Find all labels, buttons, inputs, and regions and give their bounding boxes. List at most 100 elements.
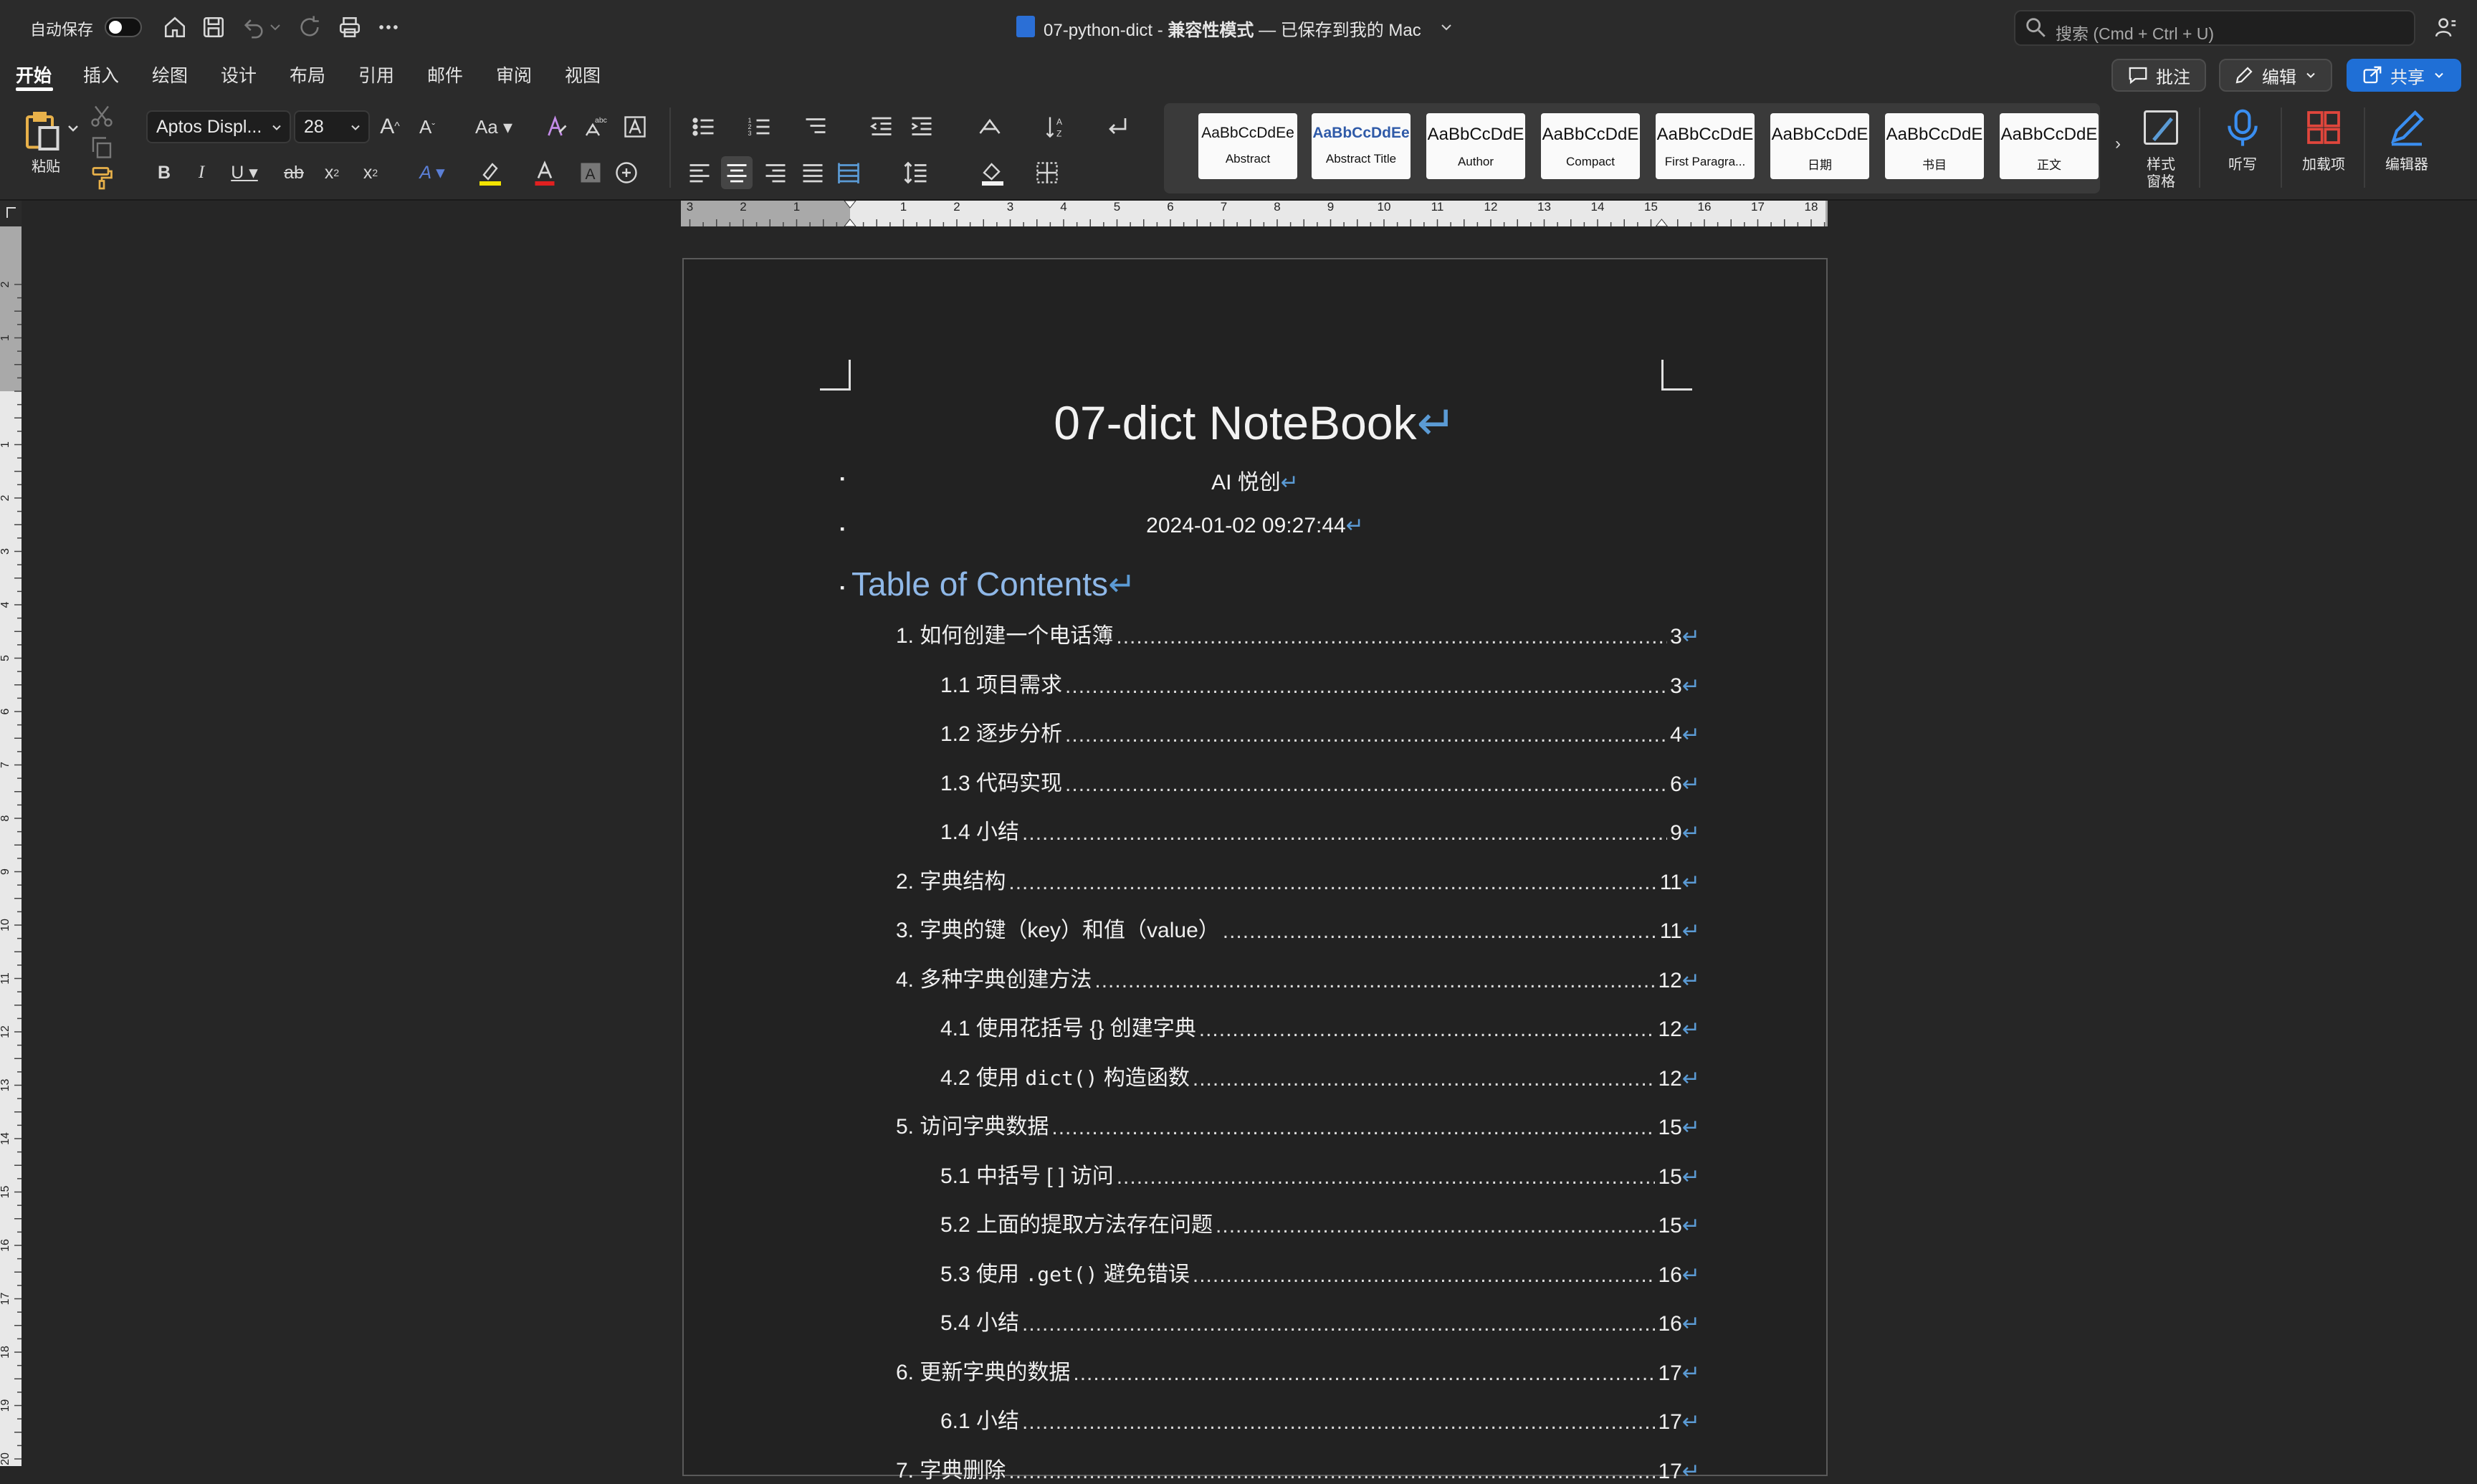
toc-entry[interactable]: 1.2 逐步分析................................… (940, 716, 1700, 747)
toc-entry[interactable]: 1.4 小结..................................… (940, 814, 1700, 846)
grow-font-icon[interactable]: A ^ (376, 112, 404, 142)
shading-icon[interactable] (969, 158, 1016, 188)
toc-entry[interactable]: 4.2 使用 dict() 构造函数......................… (940, 1060, 1700, 1091)
home-icon[interactable] (161, 13, 189, 42)
font-color-icon[interactable] (522, 158, 568, 188)
addins-icon[interactable] (2298, 105, 2349, 150)
paste-button[interactable] (17, 106, 66, 156)
document-page[interactable]: 07-dict NoteBook↵ ▪ AI 悦创↵ ▪ 2024-01-02 … (682, 258, 1828, 1483)
gallery-more-icon[interactable]: › (2110, 129, 2126, 159)
clear-formatting-icon[interactable] (542, 112, 571, 142)
align-right-icon[interactable] (761, 158, 790, 188)
toc-entry-label: 5.3 使用 .get() 避免错误 (940, 1262, 1190, 1286)
font-size-dropdown[interactable]: 28 (294, 110, 370, 143)
style-normal[interactable]: AaBbCcDdE 正文 (2000, 113, 2099, 179)
highlight-color-icon[interactable] (467, 158, 513, 188)
subscript-icon[interactable]: x2 (320, 158, 344, 188)
change-case-icon[interactable]: Aa ▾ (469, 112, 519, 142)
borders-icon[interactable] (1023, 158, 1071, 188)
shrink-font-icon[interactable]: Aˇ (413, 112, 442, 142)
numbering-icon[interactable]: 123 (738, 112, 781, 142)
editing-mode-button[interactable]: 编辑 (2219, 59, 2332, 92)
style-compact[interactable]: AaBbCcDdE Compact (1541, 113, 1640, 179)
align-left-icon[interactable] (685, 158, 714, 188)
undo-icon[interactable] (239, 13, 268, 42)
toc-entry[interactable]: 3. 字典的键（key）和值（value）...................… (896, 912, 1700, 944)
more-icon[interactable] (374, 13, 403, 42)
sort-icon[interactable]: AZ (1042, 112, 1071, 142)
tab-references[interactable]: 引用 (358, 62, 394, 87)
style-bibliography[interactable]: AaBbCcDdE 书目 (1885, 113, 1984, 179)
text-effects-icon[interactable]: A ▾ (413, 158, 452, 188)
autosave-toggle[interactable] (105, 17, 142, 37)
align-center-icon[interactable] (721, 156, 753, 189)
show-formatting-marks-icon[interactable] (1102, 112, 1131, 142)
share-button[interactable]: 共享 (2347, 59, 2461, 92)
phonetic-guide-icon[interactable]: abc (581, 112, 609, 142)
toc-entry[interactable]: 5.2 上面的提取方法存在问题.........................… (940, 1207, 1700, 1238)
paste-dropdown-icon[interactable] (65, 118, 82, 139)
undo-dropdown-icon[interactable] (267, 13, 284, 42)
character-border-icon[interactable] (621, 112, 649, 142)
editor-icon[interactable] (2381, 105, 2433, 150)
asian-layout-icon[interactable] (966, 112, 1013, 142)
toc-entry[interactable]: 5. 访问字典数据...............................… (896, 1109, 1700, 1140)
toc-entry[interactable]: 6. 更新字典的数据..............................… (896, 1354, 1700, 1386)
style-author[interactable]: AaBbCcDdE Author (1426, 113, 1525, 179)
toc-entry[interactable]: 2. 字典结构.................................… (896, 863, 1700, 895)
save-icon[interactable] (199, 13, 228, 42)
character-shading-icon[interactable]: A (578, 158, 603, 188)
styles-pane-icon[interactable] (2136, 105, 2186, 150)
search-box[interactable]: 搜索 (Cmd + Ctrl + U) (2014, 10, 2415, 46)
tab-insert[interactable]: 插入 (83, 62, 119, 87)
enclose-characters-icon[interactable] (614, 158, 639, 188)
toc-entry[interactable]: 5.3 使用 .get() 避免错误......................… (940, 1256, 1700, 1288)
font-name-dropdown[interactable]: Aptos Displ... (146, 110, 291, 143)
increase-indent-icon[interactable] (907, 112, 936, 142)
horizontal-ruler[interactable]: 3 2 1 1 2 3 4 5 6 7 8 9 10 11 12 13 14 15 16 17 18 (681, 201, 1828, 226)
toc-entry[interactable]: 1.1 项目需求................................… (940, 667, 1700, 699)
multilevel-list-icon[interactable] (794, 112, 837, 142)
print-icon[interactable] (335, 13, 364, 42)
bullets-icon[interactable] (682, 112, 725, 142)
tab-layout[interactable]: 布局 (290, 62, 325, 87)
toc-entry[interactable]: 1.3 代码实现................................… (940, 765, 1700, 797)
cut-icon[interactable] (87, 103, 116, 129)
tab-view[interactable]: 视图 (565, 62, 601, 87)
tab-review[interactable]: 审阅 (496, 62, 532, 87)
tab-selector[interactable] (0, 201, 22, 226)
toc-entry[interactable]: 5.4 小结..................................… (940, 1305, 1700, 1336)
toc-entry[interactable]: 4.1 使用花括号 {} 创建字典.......................… (940, 1010, 1700, 1042)
format-painter-icon[interactable] (87, 165, 116, 191)
redo-icon[interactable] (295, 13, 324, 42)
distributed-icon[interactable] (834, 158, 863, 188)
vertical-ruler[interactable]: 2 1 1 2 3 4 5 6 7 8 9 10 11 12 13 14 15 16 17 18 19 20 (0, 226, 22, 1466)
tab-home[interactable]: 开始 (16, 62, 52, 87)
strikethrough-icon[interactable]: ab (280, 158, 308, 188)
justify-icon[interactable] (798, 158, 827, 188)
underline-icon[interactable]: U ▾ (225, 158, 264, 188)
comments-button[interactable]: 批注 (2111, 59, 2206, 92)
account-icon[interactable] (2431, 13, 2460, 42)
toc-entry[interactable]: 7. 字典删除.................................… (896, 1452, 1700, 1484)
title-dropdown-icon[interactable] (1438, 13, 1455, 42)
toc-entry[interactable]: 6.1 小结..................................… (940, 1403, 1700, 1435)
right-indent-marker[interactable] (1655, 219, 1669, 226)
style-abstract-title[interactable]: AaBbCcDdEe Abstract Title (1312, 113, 1411, 179)
copy-icon[interactable] (87, 135, 116, 161)
style-first-paragraph[interactable]: AaBbCcDdE First Paragra... (1656, 113, 1755, 179)
italic-icon[interactable]: I (189, 158, 214, 188)
decrease-indent-icon[interactable] (867, 112, 896, 142)
dictate-icon[interactable] (2218, 105, 2268, 150)
line-spacing-icon[interactable] (893, 158, 940, 188)
style-date[interactable]: AaBbCcDdE 日期 (1770, 113, 1869, 179)
bold-icon[interactable]: B (152, 158, 176, 188)
tab-mailings[interactable]: 邮件 (427, 62, 463, 87)
toc-entry[interactable]: 1. 如何创建一个电话簿............................… (896, 618, 1700, 649)
superscript-icon[interactable]: x2 (358, 158, 383, 188)
toc-entry[interactable]: 5.1 中括号 [ ] 访问..........................… (940, 1158, 1700, 1189)
style-abstract[interactable]: AaBbCcDdEe Abstract (1198, 113, 1297, 179)
toc-entry[interactable]: 4. 多种字典创建方法.............................… (896, 962, 1700, 993)
tab-draw[interactable]: 绘图 (152, 62, 188, 87)
tab-design[interactable]: 设计 (221, 62, 257, 87)
